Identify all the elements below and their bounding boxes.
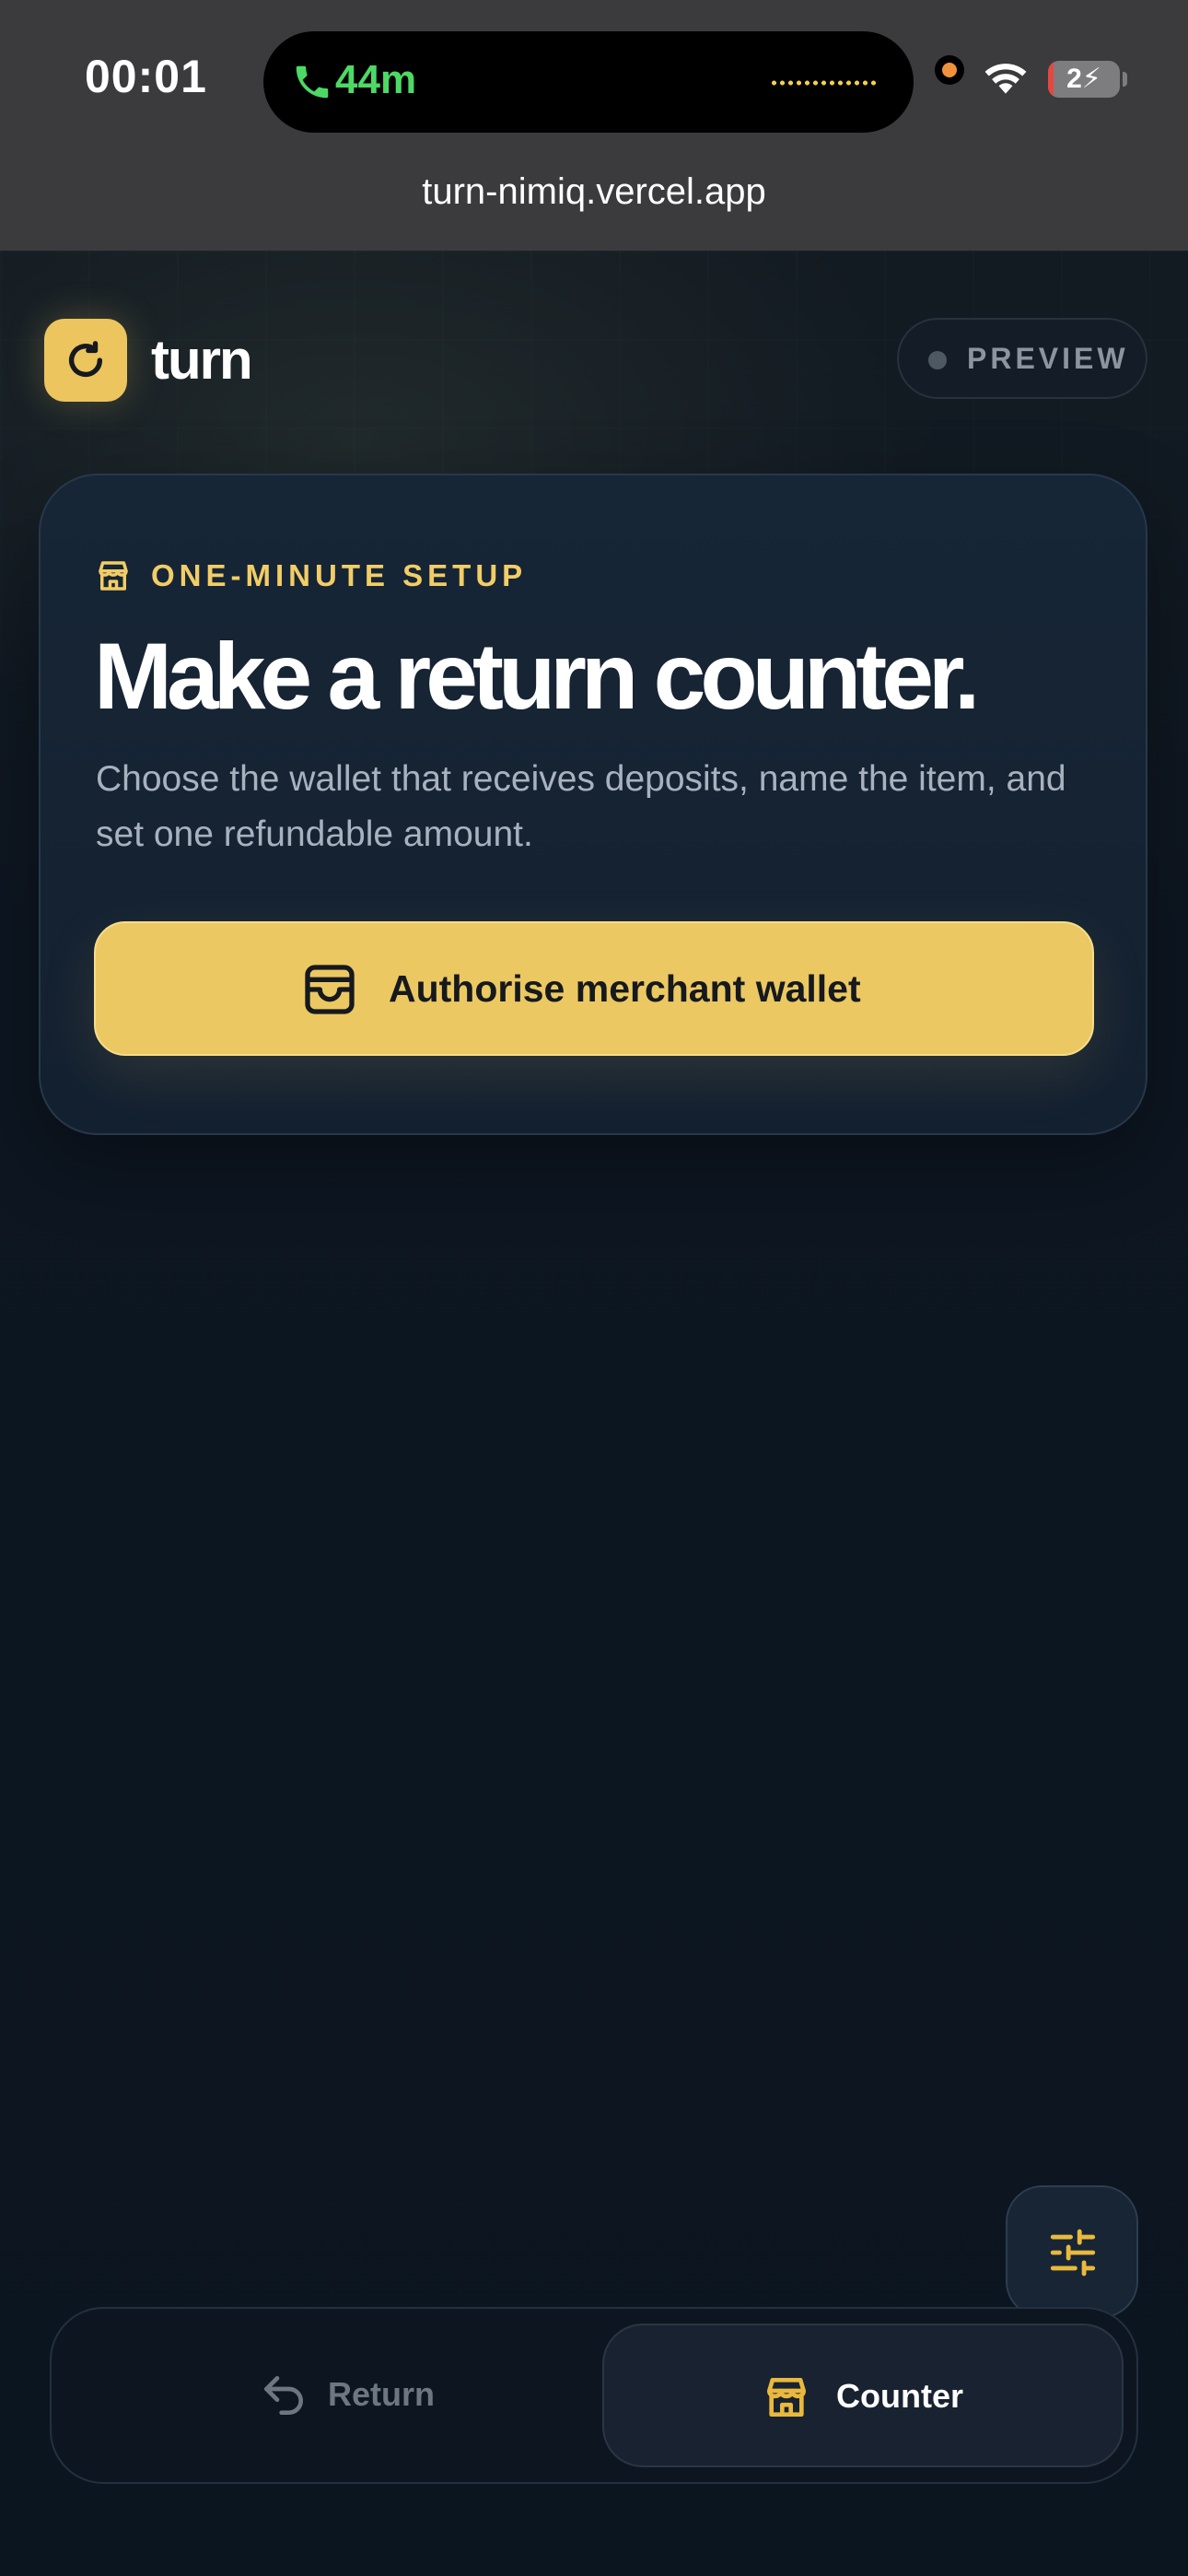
store-icon bbox=[99, 561, 128, 591]
setup-description: Choose the wallet that receives deposits… bbox=[96, 759, 1066, 854]
battery-tip bbox=[1123, 72, 1127, 87]
bottom-nav: Return Counter bbox=[50, 2307, 1138, 2484]
call-duration: 44m bbox=[335, 57, 417, 102]
brand-name: turn bbox=[151, 329, 253, 391]
tab-return[interactable]: Return bbox=[66, 2324, 582, 2467]
page-title: Make a return counter. bbox=[94, 624, 980, 729]
setup-eyebrow: ONE-MINUTE SETUP bbox=[151, 558, 528, 592]
preview-label: PREVIEW bbox=[967, 342, 1129, 375]
dynamic-island[interactable]: 44m bbox=[263, 31, 914, 133]
wallet-icon bbox=[305, 965, 355, 1014]
phone-icon bbox=[296, 65, 329, 99]
status-dot bbox=[928, 351, 947, 369]
browser-status-bar: 00:01 44m 2⚡ turn-nimiq.vercel.app bbox=[0, 0, 1188, 251]
settings-button[interactable] bbox=[1006, 2185, 1138, 2318]
app-root: turn PREVIEW ONE-MINUTE SETUP Make a ret… bbox=[0, 251, 1188, 2576]
authorise-wallet-label: Authorise merchant wallet bbox=[389, 967, 861, 1010]
return-arrow-icon bbox=[264, 2376, 303, 2415]
tab-counter[interactable]: Counter bbox=[602, 2324, 1124, 2467]
store-icon bbox=[767, 2378, 806, 2417]
wifi-icon bbox=[984, 64, 1027, 94]
tab-return-label: Return bbox=[328, 2375, 435, 2413]
battery-icon: 2⚡ bbox=[1048, 61, 1120, 98]
setup-card: ONE-MINUTE SETUP Make a return counter. … bbox=[39, 474, 1147, 1135]
authorise-wallet-button[interactable]: Authorise merchant wallet bbox=[94, 921, 1094, 1056]
refresh-arrow-icon bbox=[68, 341, 103, 378]
address-bar-url[interactable]: turn-nimiq.vercel.app bbox=[0, 171, 1188, 213]
preview-badge: PREVIEW bbox=[897, 318, 1147, 399]
tab-counter-label: Counter bbox=[836, 2377, 963, 2415]
status-time: 00:01 bbox=[85, 51, 207, 102]
audio-waveform bbox=[770, 79, 879, 87]
recording-indicator bbox=[935, 55, 964, 85]
logo[interactable] bbox=[44, 319, 127, 402]
sliders-icon bbox=[1050, 2229, 1096, 2277]
battery-level: 2⚡ bbox=[1066, 64, 1101, 94]
